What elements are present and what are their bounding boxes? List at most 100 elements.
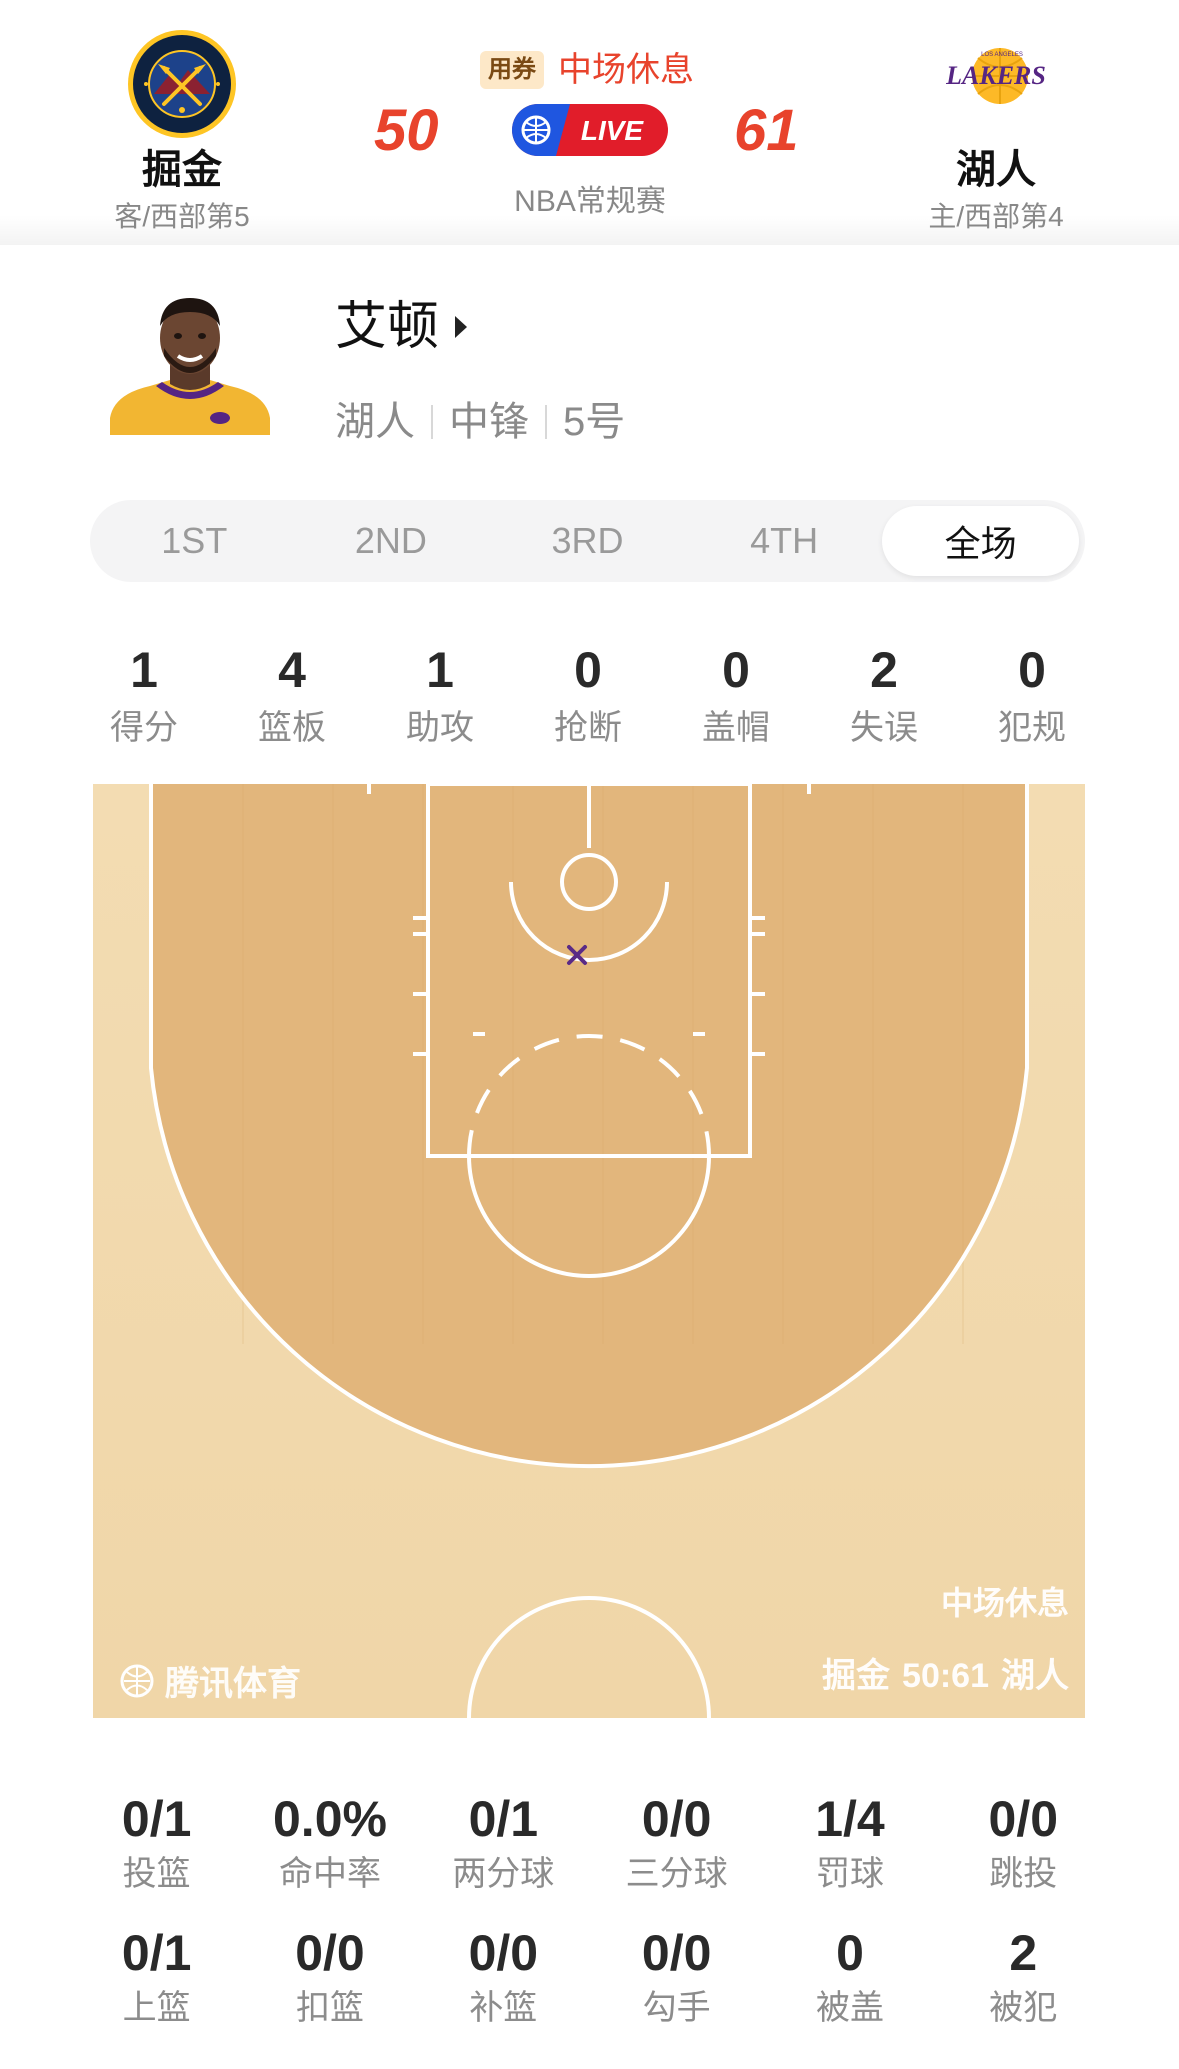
stat-label: 命中率 bbox=[278, 1855, 381, 1893]
stat-tip-ins: 0/0 补篮 bbox=[417, 1924, 590, 2058]
live-label: LIVE bbox=[581, 115, 645, 146]
stat-layups: 0/1 上篮 bbox=[70, 1924, 243, 2058]
caret-right-icon bbox=[455, 316, 468, 338]
away-team-rank: 客/西部第5 bbox=[114, 201, 250, 232]
coupon-badge[interactable]: 用券 bbox=[480, 51, 544, 89]
player-team: 湖人 bbox=[335, 400, 415, 444]
stat-free-throws: 1/4 罚球 bbox=[763, 1790, 936, 1924]
court-game-status: 中场休息 bbox=[940, 1585, 1069, 1621]
stat-value: 0 bbox=[1018, 642, 1046, 698]
stat-two-pointers: 0/1 两分球 bbox=[417, 1790, 590, 1924]
tab-3rd[interactable]: 3RD bbox=[489, 506, 686, 576]
stat-steals: 0 抢断 bbox=[514, 640, 662, 748]
stat-label: 抢断 bbox=[554, 709, 622, 747]
los-angeles-lakers-logo-icon: LAKERS LOS ANGELES bbox=[945, 48, 1046, 104]
player-number: 5号 bbox=[563, 400, 626, 444]
stat-label: 跳投 bbox=[989, 1855, 1058, 1893]
stat-value: 0/1 bbox=[121, 1791, 192, 1847]
player-meta: 湖人 中锋 5号 bbox=[335, 398, 625, 446]
stat-value: 0 bbox=[722, 642, 750, 698]
stat-label: 失误 bbox=[850, 709, 918, 747]
stat-label: 得分 bbox=[110, 709, 178, 747]
stat-label: 三分球 bbox=[625, 1855, 728, 1893]
home-team-name: 湖人 bbox=[956, 148, 1036, 192]
stat-label: 助攻 bbox=[406, 709, 474, 747]
game-center-info: 用券 中场休息 50 LIVE 61 NBA常规赛 bbox=[370, 44, 810, 234]
stat-label: 被盖 bbox=[815, 1989, 884, 2027]
stat-label: 补篮 bbox=[469, 1989, 538, 2027]
meta-divider bbox=[431, 405, 433, 439]
stat-value: 2 bbox=[870, 642, 898, 698]
stat-value: 0/1 bbox=[121, 1925, 192, 1981]
stat-rebounds: 4 篮板 bbox=[218, 640, 366, 748]
stat-field-goals: 0/1 投篮 bbox=[70, 1790, 243, 1924]
stat-value: 0.0% bbox=[273, 1791, 387, 1847]
player-name-link[interactable]: 艾顿 bbox=[335, 296, 469, 358]
court-score-text: 50:61 bbox=[902, 1657, 989, 1695]
detail-row: 0/1 投篮 0.0% 命中率 0/1 两分球 0/0 三分球 1/4 罚球 0… bbox=[70, 1790, 1110, 1924]
shot-chart: 中场休息 腾讯体育 掘金 50:61 湖人 bbox=[93, 784, 1085, 1718]
svg-text:LAKERS: LAKERS bbox=[945, 61, 1046, 90]
stat-value: 0/0 bbox=[641, 1791, 712, 1847]
tab-full-game[interactable]: 全场 bbox=[882, 506, 1079, 576]
stat-value: 1 bbox=[426, 642, 454, 698]
stat-label: 盖帽 bbox=[702, 709, 770, 747]
summary-stats: 1 得分 4 篮板 1 助攻 0 抢断 0 盖帽 2 失误 0 犯规 bbox=[70, 640, 1106, 748]
tencent-sports-icon bbox=[120, 1664, 154, 1697]
detail-stats: 0/1 投篮 0.0% 命中率 0/1 两分球 0/0 三分球 1/4 罚球 0… bbox=[70, 1790, 1110, 2058]
home-team[interactable]: LAKERS LOS ANGELES 湖人 主/西部第4 bbox=[876, 28, 1116, 234]
away-score: 50 bbox=[374, 98, 439, 163]
meta-divider bbox=[545, 405, 547, 439]
stat-value: 4 bbox=[278, 642, 306, 698]
player-headshot-icon[interactable] bbox=[100, 290, 280, 435]
stat-blocks: 0 盖帽 bbox=[662, 640, 810, 748]
court-score: 掘金 50:61 湖人 bbox=[822, 1656, 1069, 1696]
stat-jump-shots: 0/0 跳投 bbox=[937, 1790, 1110, 1924]
denver-nuggets-logo-icon bbox=[128, 30, 236, 138]
tab-2nd[interactable]: 2ND bbox=[293, 506, 490, 576]
game-status: 中场休息 bbox=[558, 51, 694, 89]
tab-4th[interactable]: 4TH bbox=[686, 506, 883, 576]
stat-value: 0 bbox=[574, 642, 602, 698]
stat-hook-shots: 0/0 勾手 bbox=[590, 1924, 763, 2058]
stat-dunks: 0/0 扣篮 bbox=[243, 1924, 416, 2058]
stat-value: 0/1 bbox=[468, 1791, 539, 1847]
stat-value: 0/0 bbox=[468, 1925, 539, 1981]
away-team[interactable]: 掘金 客/西部第5 bbox=[62, 28, 302, 234]
quarter-tabs: 1ST 2ND 3RD 4TH 全场 bbox=[90, 500, 1085, 582]
live-badge-icon[interactable]: LIVE bbox=[512, 104, 668, 156]
stat-turnovers: 2 失误 bbox=[810, 640, 958, 748]
stat-label: 上篮 bbox=[122, 1989, 191, 2027]
stat-value: 1/4 bbox=[815, 1791, 885, 1847]
basketball-court bbox=[93, 784, 1085, 1718]
stat-assists: 1 助攻 bbox=[366, 640, 514, 748]
home-score: 61 bbox=[734, 98, 799, 163]
stat-value: 1 bbox=[130, 642, 158, 698]
scoreboard-header: 掘金 客/西部第5 用券 中场休息 50 LIVE 61 NBA常规赛 LAKE… bbox=[0, 0, 1179, 245]
stat-label: 扣篮 bbox=[295, 1989, 364, 2027]
tab-1st[interactable]: 1ST bbox=[96, 506, 293, 576]
stat-label: 投篮 bbox=[122, 1855, 191, 1893]
stat-label: 两分球 bbox=[452, 1855, 555, 1893]
stat-value: 0/0 bbox=[641, 1925, 712, 1981]
stat-fg-percentage: 0.0% 命中率 bbox=[243, 1790, 416, 1924]
stat-label: 罚球 bbox=[815, 1855, 884, 1893]
court-away-name: 掘金 bbox=[822, 1657, 891, 1695]
away-team-name: 掘金 bbox=[142, 148, 222, 192]
stat-label: 被犯 bbox=[989, 1989, 1058, 2027]
watermark-text: 腾讯体育 bbox=[165, 1665, 301, 1703]
stat-fouled: 2 被犯 bbox=[937, 1924, 1110, 2058]
player-name: 艾顿 bbox=[335, 298, 440, 356]
stat-value: 0 bbox=[836, 1925, 864, 1981]
court-home-name: 湖人 bbox=[1001, 1657, 1069, 1695]
tencent-sports-watermark: 腾讯体育 bbox=[119, 1656, 301, 1705]
svg-text:LOS ANGELES: LOS ANGELES bbox=[981, 52, 1023, 58]
stat-value: 0/0 bbox=[988, 1791, 1059, 1847]
game-status-row: 用券 中场休息 bbox=[480, 48, 694, 92]
league-label: NBA常规赛 bbox=[514, 185, 666, 218]
stat-value: 2 bbox=[1009, 1925, 1038, 1981]
stat-blocked: 0 被盖 bbox=[763, 1924, 936, 2058]
stat-points: 1 得分 bbox=[70, 640, 218, 748]
stat-fouls: 0 犯规 bbox=[958, 640, 1106, 748]
home-team-rank: 主/西部第4 bbox=[928, 201, 1064, 232]
